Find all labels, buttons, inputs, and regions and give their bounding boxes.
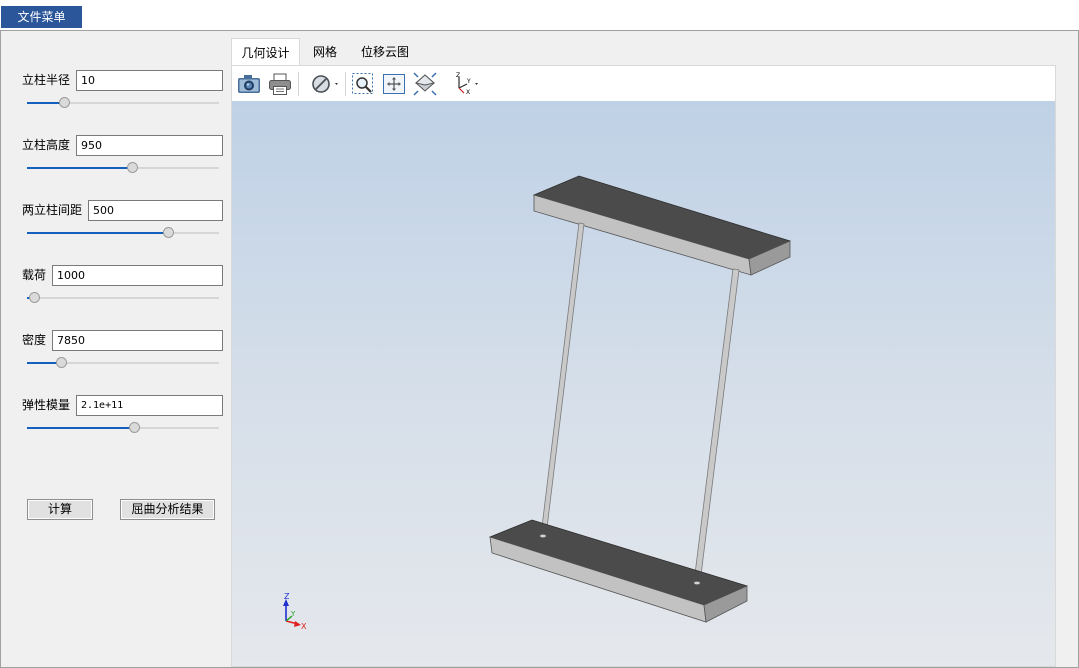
param-row-elastic-modulus: 弹性模量 2.1e+11 [1,395,231,445]
slider-thumb[interactable] [56,357,67,368]
column-radius-slider[interactable] [27,96,219,110]
zoom-window-icon[interactable] [351,72,375,96]
camera-icon[interactable] [237,72,261,96]
tab-mesh[interactable]: 网格 [305,41,345,66]
buckling-results-button[interactable]: 屈曲分析结果 [120,499,215,520]
column-spacing-slider[interactable] [27,226,219,240]
tab-bar: 几何设计 网格 位移云图 [231,37,1079,66]
param-row-column-radius: 立柱半径 10 [1,70,231,120]
slider-thumb[interactable] [59,97,70,108]
slider-thumb[interactable] [127,162,138,173]
density-slider[interactable] [27,356,219,370]
param-label: 密度 [22,333,47,347]
slider-thumb[interactable] [129,422,140,433]
calculate-button[interactable]: 计算 [27,499,93,520]
column-height-slider[interactable] [27,161,219,175]
top-plate [532,175,792,276]
param-label: 立柱半径 [22,73,71,87]
param-label: 立柱高度 [22,138,71,152]
slider-thumb[interactable] [163,227,174,238]
column-height-input[interactable]: 950 [76,135,223,156]
view-axes-icon[interactable]: ZYX [452,72,482,96]
column-spacing-input[interactable]: 500 [88,200,223,221]
load-slider[interactable] [27,291,219,305]
elastic-modulus-input[interactable]: 2.1e+11 [76,395,223,416]
display-mode-icon[interactable] [310,72,342,96]
model-canvas: Z X Y [283,175,792,631]
column-left [540,222,585,537]
svg-text:X: X [466,89,470,96]
svg-text:Z: Z [456,72,460,79]
svg-text:Y: Y [466,78,471,85]
slider-thumb[interactable] [29,292,40,303]
tab-geometry-design[interactable]: 几何设计 [231,38,300,66]
fit-all-icon[interactable] [382,72,406,96]
param-label: 弹性模量 [22,398,71,412]
geometry-tab-panel: ZYX Z X Y [231,65,1056,667]
y-axis-label: Y [290,610,296,618]
bottom-plate [488,519,749,623]
column-radius-input[interactable]: 10 [76,70,223,91]
file-menu-button[interactable]: 文件菜单 [1,6,82,28]
column-right [693,268,740,584]
param-label: 载荷 [22,268,47,282]
param-row-density: 密度 7850 [1,330,231,380]
3d-viewport[interactable]: Z X Y [232,101,1055,666]
param-row-load: 载荷 1000 [1,265,231,315]
density-input[interactable]: 7850 [52,330,223,351]
param-label: 两立柱间距 [22,203,83,217]
param-row-column-height: 立柱高度 950 [1,135,231,185]
elastic-modulus-slider[interactable] [27,421,219,435]
isometric-view-icon[interactable] [413,72,437,96]
menu-bar: 文件菜单 [0,0,1079,31]
parameter-panel: 立柱半径 10 立柱高度 950 两立柱间距 500 载荷 1000 密度 78… [1,31,231,667]
load-input[interactable]: 1000 [52,265,223,286]
view-toolbar: ZYX [232,66,1055,101]
print-icon[interactable] [268,72,292,96]
axis-triad: Z X Y [283,592,307,631]
x-axis-label: X [301,622,307,631]
z-axis-label: Z [284,592,290,601]
param-row-column-spacing: 两立柱间距 500 [1,200,231,250]
tab-displacement-contour[interactable]: 位移云图 [355,41,415,66]
main-window: 立柱半径 10 立柱高度 950 两立柱间距 500 载荷 1000 密度 78… [0,31,1079,668]
